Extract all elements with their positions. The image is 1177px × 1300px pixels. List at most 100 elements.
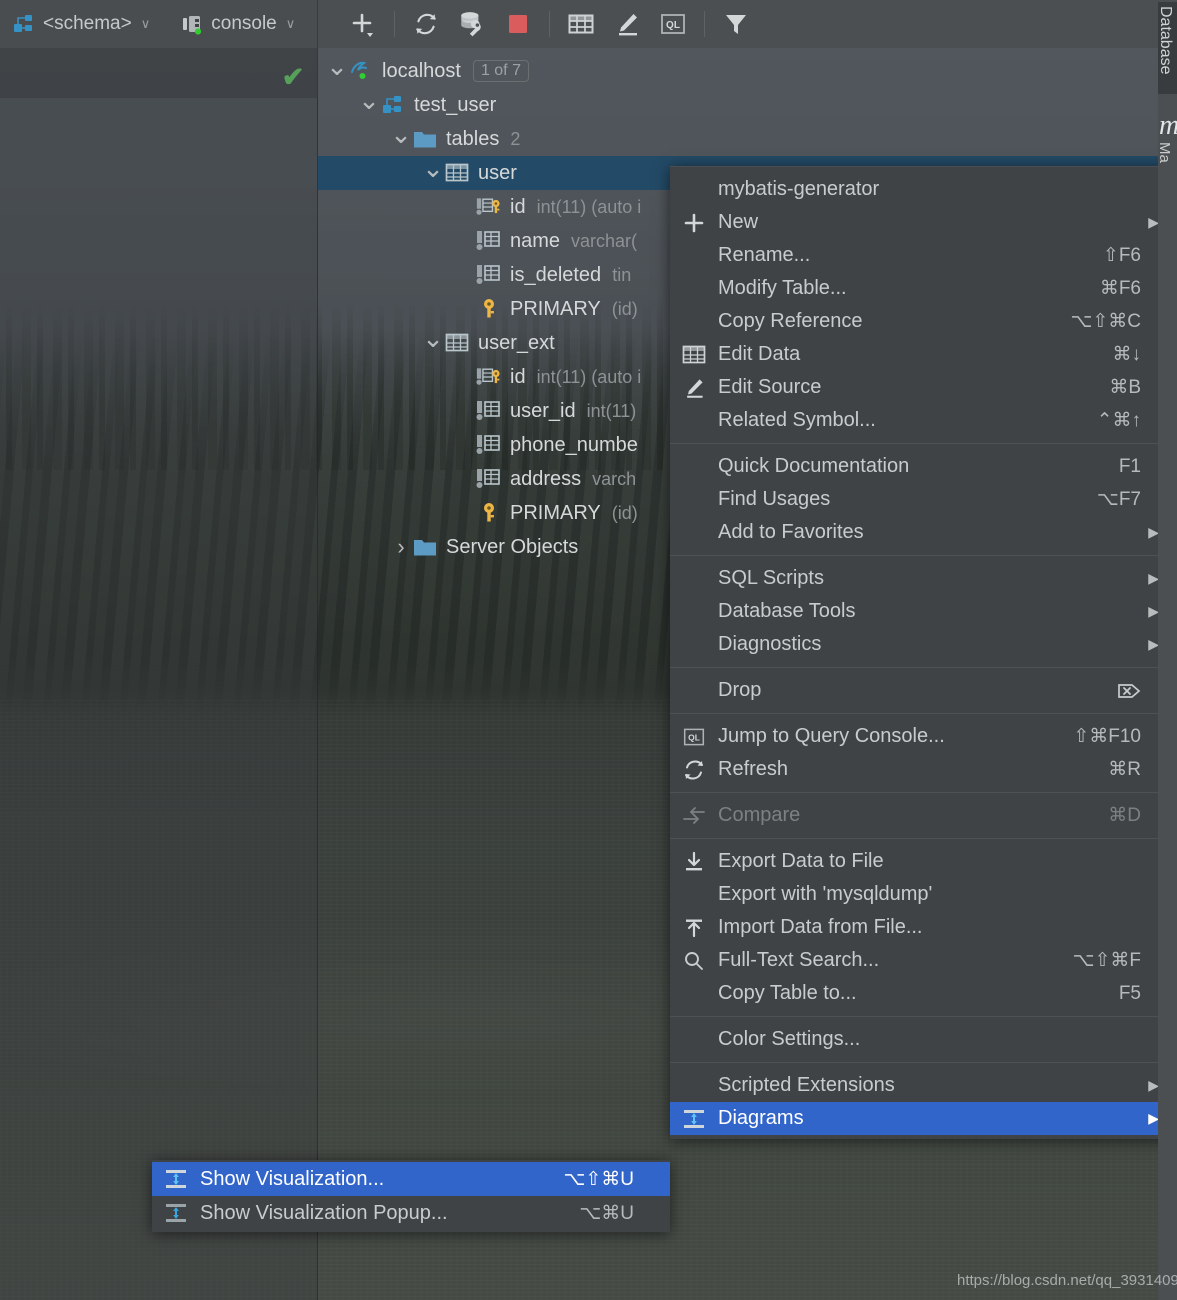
menu-item-related-symbol[interactable]: Related Symbol... ⌃⌘↑	[670, 404, 1177, 437]
upload-icon	[670, 911, 718, 944]
tree-row-label: user_ext	[478, 331, 555, 354]
menu-item-label: Add to Favorites	[718, 521, 864, 543]
console-selector[interactable]: console ∨	[180, 12, 295, 36]
chevron-right-icon[interactable]: ›	[390, 530, 412, 564]
column-icon	[476, 466, 502, 492]
menu-item-scripted-extensions[interactable]: Scripted Extensions ▶	[670, 1069, 1177, 1102]
edit-source-button[interactable]	[604, 4, 650, 44]
chevron-down-icon[interactable]: ⌄	[326, 50, 348, 84]
database-toolbar-right: QL	[318, 0, 1177, 48]
editor-pane-header	[0, 48, 318, 98]
column-icon	[476, 398, 502, 424]
inspection-ok-icon: ✔	[281, 62, 305, 92]
edit-data-button[interactable]	[558, 4, 604, 44]
menu-item-label: Compare	[718, 804, 801, 826]
chevron-down-icon[interactable]: ⌄	[422, 152, 444, 186]
menu-separator	[670, 1062, 1177, 1063]
menu-item-drop[interactable]: Drop	[670, 674, 1177, 707]
mysql-dolphin-icon	[348, 58, 374, 84]
menu-item-no-icon	[670, 305, 718, 338]
menu-item-shortcut: F1	[1118, 455, 1141, 477]
menu-item-export-with-mysqldump[interactable]: Export with 'mysqldump'	[670, 878, 1177, 911]
tree-row-tables[interactable]: ⌄ tables 2	[318, 119, 1158, 156]
database-toolbar: <schema> ∨ console ∨ QL	[0, 0, 1177, 48]
submenu-item-show-visualization[interactable]: Show Visualization... ⌥⇧⌘U	[152, 1162, 670, 1196]
svg-text:QL: QL	[666, 20, 680, 31]
menu-item-label: Diagnostics	[718, 633, 822, 655]
submenu-item-show-visualization-popup[interactable]: Show Visualization Popup... ⌥⌘U	[152, 1196, 670, 1230]
menu-item-new[interactable]: New ▶	[670, 206, 1177, 239]
menu-item-label: Jump to Query Console...	[718, 725, 945, 747]
tree-row-detail: int(11) (auto i	[536, 366, 642, 387]
menu-item-modify-table[interactable]: Modify Table... ⌘F6	[670, 272, 1177, 305]
menu-item-quick-documentation[interactable]: Quick Documentation F1	[670, 450, 1177, 483]
menu-item-database-tools[interactable]: Database Tools ▶	[670, 595, 1177, 628]
toolbar-separator	[394, 10, 395, 37]
menu-item-shortcut: ⌥F7	[1096, 489, 1141, 510]
menu-item-color-settings[interactable]: Color Settings...	[670, 1023, 1177, 1056]
stop-button[interactable]	[495, 4, 541, 44]
database-wrench-icon[interactable]	[449, 4, 495, 44]
menu-item-import-data-from-file[interactable]: Import Data from File...	[670, 911, 1177, 944]
menu-item-full-text-search[interactable]: Full-Text Search... ⌥⇧⌘F	[670, 944, 1177, 977]
menu-item-mybatis-generator[interactable]: mybatis-generator	[670, 173, 1177, 206]
chevron-down-icon[interactable]: ⌄	[390, 118, 412, 152]
menu-item-export-data-to-file[interactable]: Export Data to File	[670, 845, 1177, 878]
schema-selector[interactable]: <schema> ∨	[12, 12, 150, 36]
tree-row-label: id	[510, 365, 526, 388]
menu-item-label: Related Symbol...	[718, 409, 876, 431]
maven-tab-label: Ma	[1156, 142, 1173, 163]
menu-item-add-to-favorites[interactable]: Add to Favorites ▶	[670, 516, 1177, 549]
diagram-icon	[670, 1102, 718, 1135]
menu-item-shortcut: ⇧F6	[1102, 245, 1141, 266]
tree-row-badge: 1 of 7	[472, 60, 529, 82]
tree-row-localhost[interactable]: ⌄ localhost 1 of 7	[318, 51, 1158, 88]
submenu-arrow-icon: ▶	[1148, 1077, 1159, 1093]
chevron-down-icon[interactable]: ⌄	[422, 322, 444, 356]
tree-row-detail: int(11) (auto i	[536, 196, 642, 217]
menu-item-label: Copy Reference	[718, 310, 863, 332]
menu-item-no-icon	[670, 595, 718, 628]
database-tool-window-tab[interactable]: Database	[1157, 2, 1177, 94]
menu-item-shortcut: ⌘F6	[1099, 278, 1141, 299]
tree-row-label: Server Objects	[446, 535, 579, 558]
diagrams-submenu[interactable]: Show Visualization... ⌥⇧⌘U Show Visualiza…	[152, 1160, 670, 1232]
menu-item-edit-data[interactable]: Edit Data ⌘↓	[670, 338, 1177, 371]
menu-item-sql-scripts[interactable]: SQL Scripts ▶	[670, 562, 1177, 595]
menu-item-jump-to-query-console[interactable]: QL Jump to Query Console... ⇧⌘F10	[670, 720, 1177, 753]
tree-row-label: is_deleted	[510, 263, 602, 286]
submenu-item-label: Show Visualization Popup...	[200, 1201, 448, 1224]
tree-row-detail: (id)	[611, 298, 638, 319]
tree-row-label: id	[510, 195, 526, 218]
menu-separator	[670, 555, 1177, 556]
menu-item-diagrams[interactable]: Diagrams ▶	[670, 1102, 1177, 1135]
submenu-arrow-icon: ▶	[1148, 603, 1159, 619]
submenu-item-shortcut: ⌥⌘U	[579, 1202, 634, 1224]
tree-row-label: tables	[446, 127, 500, 150]
menu-item-find-usages[interactable]: Find Usages ⌥F7	[670, 483, 1177, 516]
table-context-menu[interactable]: mybatis-generator New ▶ Rename... ⇧F6 Modify …	[670, 166, 1177, 1139]
tree-row-test_user[interactable]: ⌄ test_user	[318, 85, 1158, 122]
refresh-button[interactable]	[403, 4, 449, 44]
console-icon	[180, 12, 204, 36]
menu-item-copy-table-to[interactable]: Copy Table to... F5	[670, 977, 1177, 1010]
diagram-icon	[152, 1163, 200, 1196]
tree-row-label: name	[510, 229, 561, 252]
query-console-button[interactable]: QL	[650, 4, 696, 44]
submenu-item-shortcut: ⌥⇧⌘U	[563, 1168, 634, 1190]
maven-tool-window-tab[interactable]: Ma	[1156, 140, 1177, 200]
menu-item-refresh[interactable]: Refresh ⌘R	[670, 753, 1177, 786]
menu-item-label: Find Usages	[718, 488, 831, 510]
menu-item-edit-source[interactable]: Edit Source ⌘B	[670, 371, 1177, 404]
pencil-icon	[670, 371, 718, 404]
menu-item-shortcut: ⌘D	[1108, 805, 1141, 826]
menu-item-rename[interactable]: Rename... ⇧F6	[670, 239, 1177, 272]
menu-item-copy-reference[interactable]: Copy Reference ⌥⇧⌘C	[670, 305, 1177, 338]
filter-button[interactable]	[713, 4, 759, 44]
menu-item-no-icon	[670, 977, 718, 1010]
menu-item-no-icon	[670, 674, 718, 707]
new-button[interactable]	[340, 4, 386, 44]
chevron-down-icon[interactable]: ⌄	[358, 84, 380, 118]
menu-item-diagnostics[interactable]: Diagnostics ▶	[670, 628, 1177, 661]
menu-separator	[670, 838, 1177, 839]
